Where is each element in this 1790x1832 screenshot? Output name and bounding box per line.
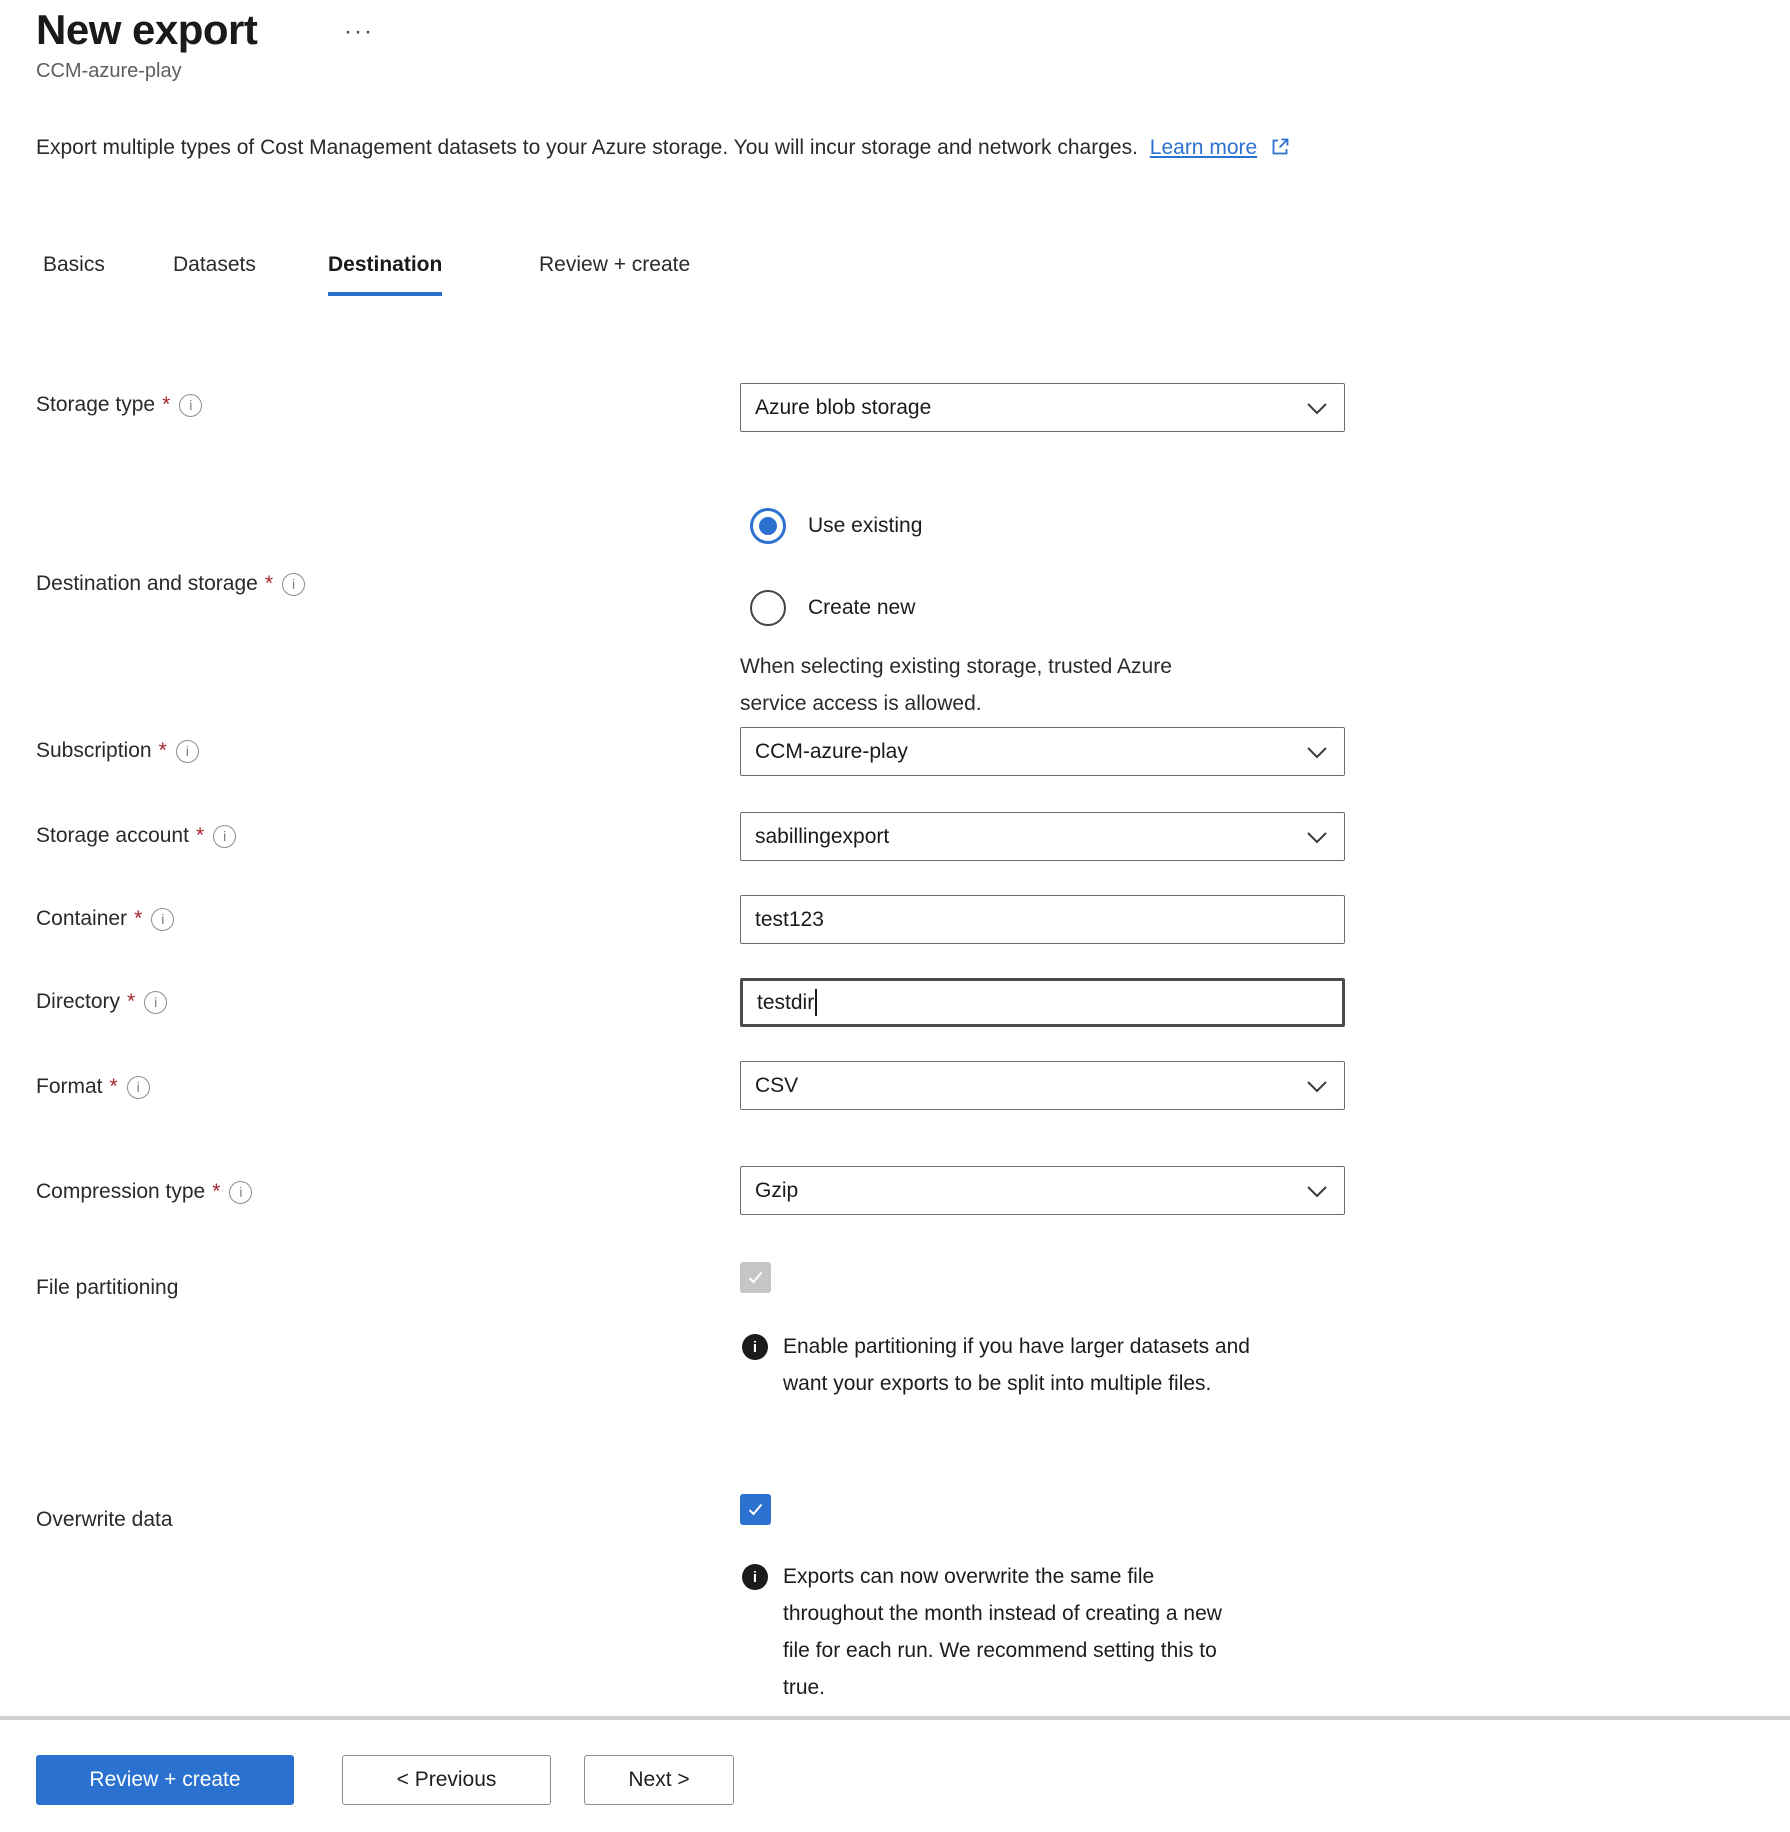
container-label: Container * i	[36, 907, 174, 931]
more-options-button[interactable]: ···	[340, 14, 378, 50]
label-text: Overwrite data	[36, 1508, 173, 1532]
required-asterisk: *	[127, 990, 135, 1014]
required-asterisk: *	[159, 739, 167, 763]
chevron-down-icon	[1306, 831, 1328, 844]
subscription-label: Subscription * i	[36, 739, 199, 763]
directory-input[interactable]: testdir	[740, 978, 1345, 1027]
info-glyph: i	[292, 576, 295, 592]
storage-account-label: Storage account * i	[36, 824, 236, 848]
radio-label: Use existing	[808, 514, 922, 538]
file-partitioning-label: File partitioning	[36, 1276, 178, 1300]
info-icon[interactable]: i	[213, 825, 236, 848]
required-asterisk: *	[265, 572, 273, 596]
storage-type-label: Storage type * i	[36, 393, 202, 417]
storage-type-select[interactable]: Azure blob storage	[740, 383, 1345, 432]
tab-destination[interactable]: Destination	[328, 253, 442, 296]
subscription-select[interactable]: CCM-azure-play	[740, 727, 1345, 776]
radio-unselected-icon	[750, 590, 786, 626]
next-button[interactable]: Next >	[584, 1755, 734, 1805]
overwrite-data-hint: i Exports can now overwrite the same fil…	[742, 1558, 1253, 1706]
info-glyph: i	[161, 911, 164, 927]
tab-review-create[interactable]: Review + create	[539, 253, 690, 292]
page-title: New export	[36, 6, 257, 54]
file-partitioning-hint: i Enable partitioning if you have larger…	[742, 1328, 1253, 1402]
info-filled-icon: i	[742, 1564, 768, 1590]
format-select[interactable]: CSV	[740, 1061, 1345, 1110]
review-create-button[interactable]: Review + create	[36, 1755, 294, 1805]
info-icon[interactable]: i	[282, 573, 305, 596]
tab-basics[interactable]: Basics	[43, 253, 105, 292]
compression-type-select[interactable]: Gzip	[740, 1166, 1345, 1215]
new-export-page: New export ··· CCM-azure-play Export mul…	[0, 0, 1790, 1832]
input-value: test123	[755, 908, 1330, 932]
footer-divider	[0, 1716, 1790, 1720]
required-asterisk: *	[196, 824, 204, 848]
hint-text: Enable partitioning if you have larger d…	[783, 1328, 1253, 1402]
info-filled-icon: i	[742, 1334, 768, 1360]
radio-label: Create new	[808, 596, 915, 620]
directory-label: Directory * i	[36, 990, 167, 1014]
required-asterisk: *	[162, 393, 170, 417]
label-text: Subscription	[36, 739, 152, 763]
info-glyph: i	[753, 1339, 757, 1356]
learn-more-link[interactable]: Learn more	[1150, 136, 1257, 159]
storage-account-select[interactable]: sabillingexport	[740, 812, 1345, 861]
chevron-down-icon	[1306, 1185, 1328, 1198]
compression-type-label: Compression type * i	[36, 1180, 252, 1204]
info-icon[interactable]: i	[176, 740, 199, 763]
label-text: Destination and storage	[36, 572, 258, 596]
label-text: Storage type	[36, 393, 155, 417]
required-asterisk: *	[110, 1075, 118, 1099]
overwrite-data-checkbox[interactable]	[740, 1494, 771, 1525]
info-icon[interactable]: i	[151, 908, 174, 931]
info-glyph: i	[239, 1184, 242, 1200]
description-text: Export multiple types of Cost Management…	[36, 136, 1138, 159]
info-glyph: i	[223, 828, 226, 844]
selected-value: CCM-azure-play	[755, 740, 1300, 764]
destination-storage-label: Destination and storage * i	[36, 572, 305, 596]
existing-storage-note: When selecting existing storage, trusted…	[740, 648, 1220, 722]
overwrite-data-label: Overwrite data	[36, 1508, 173, 1532]
info-glyph: i	[186, 743, 189, 759]
label-text: Container	[36, 907, 127, 931]
required-asterisk: *	[134, 907, 142, 931]
chevron-down-icon	[1306, 402, 1328, 415]
tab-datasets[interactable]: Datasets	[173, 253, 256, 292]
label-text: Format	[36, 1075, 103, 1099]
info-icon[interactable]: i	[127, 1076, 150, 1099]
selected-value: Azure blob storage	[755, 396, 1300, 420]
format-label: Format * i	[36, 1075, 150, 1099]
info-icon[interactable]: i	[179, 394, 202, 417]
context-subtitle: CCM-azure-play	[36, 60, 182, 83]
radio-selected-icon	[750, 508, 786, 544]
hint-text: Exports can now overwrite the same file …	[783, 1558, 1253, 1706]
selected-value: CSV	[755, 1074, 1300, 1098]
info-glyph: i	[189, 397, 192, 413]
check-icon	[746, 1268, 765, 1287]
required-asterisk: *	[212, 1180, 220, 1204]
use-existing-radio[interactable]: Use existing	[750, 508, 922, 544]
external-link-icon	[1270, 136, 1291, 157]
info-glyph: i	[137, 1079, 140, 1095]
info-icon[interactable]: i	[229, 1181, 252, 1204]
selected-value: sabillingexport	[755, 825, 1300, 849]
label-text: Compression type	[36, 1180, 205, 1204]
chevron-down-icon	[1306, 746, 1328, 759]
container-input[interactable]: test123	[740, 895, 1345, 944]
previous-button[interactable]: < Previous	[342, 1755, 551, 1805]
export-description: Export multiple types of Cost Management…	[36, 136, 1291, 160]
info-icon[interactable]: i	[144, 991, 167, 1014]
label-text: Storage account	[36, 824, 189, 848]
info-glyph: i	[753, 1569, 757, 1586]
selected-value: Gzip	[755, 1179, 1300, 1203]
text-cursor	[815, 989, 817, 1016]
label-text: File partitioning	[36, 1276, 178, 1300]
create-new-radio[interactable]: Create new	[750, 590, 915, 626]
input-value: testdir	[757, 991, 814, 1015]
label-text: Directory	[36, 990, 120, 1014]
chevron-down-icon	[1306, 1080, 1328, 1093]
check-icon	[746, 1500, 765, 1519]
file-partitioning-checkbox	[740, 1262, 771, 1293]
info-glyph: i	[154, 994, 157, 1010]
